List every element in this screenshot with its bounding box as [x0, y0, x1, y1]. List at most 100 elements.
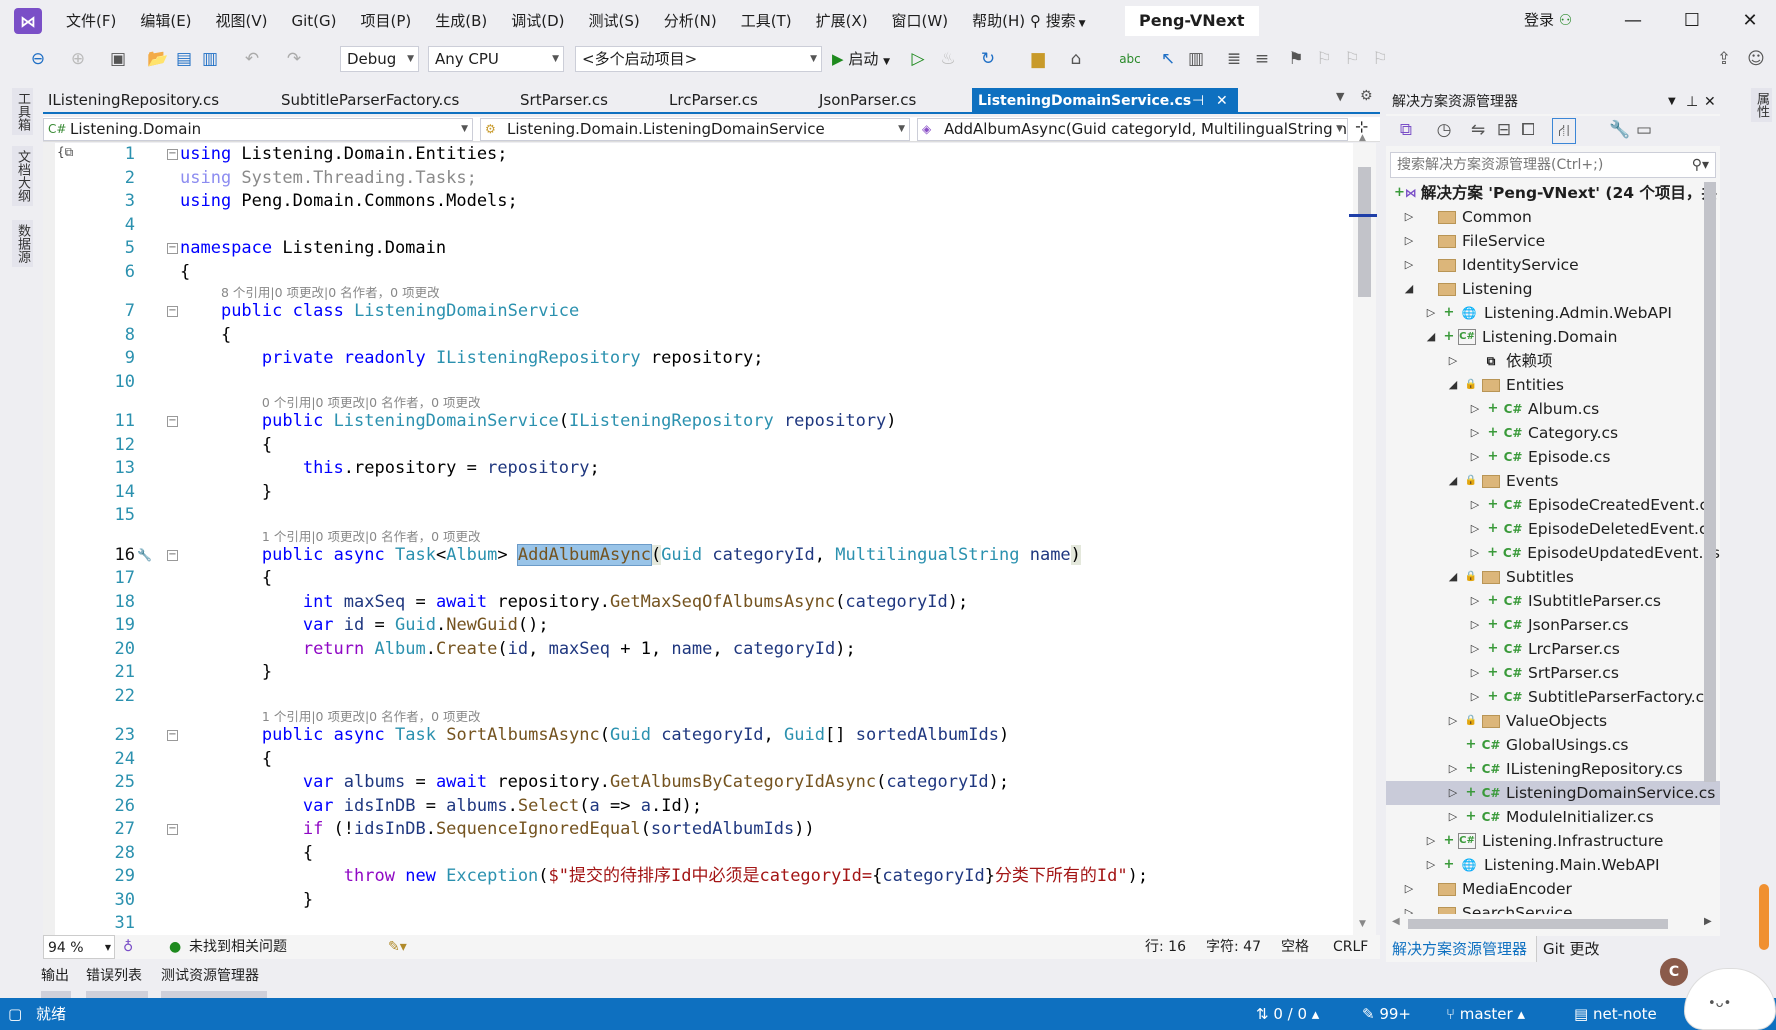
clear-bookmarks-icon[interactable]: ⚐ [1368, 47, 1392, 71]
codelens-text[interactable]: 0 个引用|0 项更改|0 名作者，0 项更改 [262, 395, 481, 410]
tree-item[interactable]: ▷ + C# JsonParser.cs [1386, 613, 1720, 637]
line-indicator[interactable]: 行: 16 [1145, 935, 1186, 959]
error-list-tab[interactable]: 错误列表 [86, 965, 142, 985]
bookmark-icon[interactable]: ⚑ [1284, 47, 1308, 71]
codelens-text[interactable]: 8 个引用|0 项更改|0 名作者，0 项更改 [221, 285, 440, 300]
codelens[interactable]: 8 个引用|0 项更改|0 名作者，0 项更改 [43, 284, 1353, 300]
codelens[interactable]: 0 个引用|0 项更改|0 名作者，0 项更改 [43, 394, 1353, 410]
toolbox-tab[interactable]: 工具箱 [12, 88, 33, 135]
show-all-files-icon[interactable]: ⧠ [1516, 118, 1540, 142]
code-line[interactable]: 28 { [43, 842, 1353, 866]
code-content[interactable]: 1− using Listening.Domain.Entities; 2 using… [43, 143, 1353, 935]
tree-item[interactable]: ◢ 🔒 Entities [1386, 373, 1720, 397]
fold-toggle-icon[interactable]: − [167, 306, 178, 317]
tree-scrollbar-thumb[interactable] [1704, 182, 1716, 782]
tab-lrcparser[interactable]: LrcParser.cs [669, 88, 758, 112]
expander-icon[interactable]: ▷ [1400, 877, 1418, 901]
share-icon[interactable]: ⇪ [1712, 47, 1736, 71]
fold-toggle-icon[interactable]: − [167, 549, 178, 561]
spell-check-icon[interactable]: abc [1118, 47, 1142, 71]
indent-icon[interactable]: ≣ [1222, 47, 1246, 71]
expander-icon[interactable]: ▷ [1422, 301, 1440, 325]
search-button[interactable]: ⚲ 搜索 ▼ [1030, 10, 1086, 35]
cleanup-icon[interactable]: ✎▾ [388, 935, 407, 959]
expander-icon[interactable]: ▷ [1466, 685, 1484, 709]
code-line[interactable]: 11 − public ListeningDomainService(IListe… [43, 410, 1353, 434]
repository-status[interactable]: ▤ net-note [1574, 998, 1657, 1030]
login-button[interactable]: 登录 ⚇ [1524, 9, 1572, 30]
sync-status[interactable]: ⇅ 0 / 0 ▴ [1256, 998, 1319, 1030]
expander-icon[interactable]: ▷ [1466, 637, 1484, 661]
pending-changes-icon[interactable]: ◷ [1432, 118, 1456, 142]
pending-changes-status[interactable]: ✎ 99+ [1362, 998, 1411, 1030]
outdent-icon[interactable]: ≡ [1250, 47, 1274, 71]
tree-item[interactable]: ▷ + 🌐 Listening.Main.WebAPI [1386, 853, 1720, 877]
redo-icon[interactable]: ↷ [282, 47, 306, 71]
code-line[interactable]: 1 − using Listening.Domain.Entities; [43, 143, 1353, 167]
tree-item[interactable]: ▷ SearchService [1386, 901, 1720, 914]
tree-item[interactable]: ▷ + C# EpisodeUpdatedEvent.cs [1386, 541, 1720, 565]
tab-solution-explorer[interactable]: 解决方案资源管理器 [1392, 936, 1527, 962]
tree-item[interactable]: ▷ + C# EpisodeCreatedEvent.cs [1386, 493, 1720, 517]
code-line[interactable]: 19 var id = Guid.NewGuid(); [43, 614, 1353, 638]
tree-item[interactable]: + ⋈ 解决方案 'Peng-VNext' (24 个项目，共 2 [1386, 181, 1720, 205]
preview-icon[interactable]: ▭ [1632, 118, 1656, 142]
panel-icon[interactable]: ▥ [1184, 47, 1208, 71]
tree-item[interactable]: ◢ Listening [1386, 277, 1720, 301]
document-outline-tab[interactable]: 文档大纲 [12, 146, 33, 206]
notification-icon[interactable]: ▢ [8, 998, 22, 1030]
expander-icon[interactable]: ▷ [1400, 253, 1418, 277]
spacing-indicator[interactable]: 空格 [1281, 935, 1309, 959]
code-line[interactable]: 16 🔧 − public async Task<Album> AddAlbumAs… [43, 543, 1353, 568]
tab-listeningdomainservice[interactable]: ListeningDomainService.cs ⊣ ✕ [972, 88, 1238, 114]
gear-icon[interactable]: ⚙ [1360, 88, 1373, 104]
solution-search-input[interactable]: 搜索解决方案资源管理器(Ctrl+;) ⚲▾ [1390, 152, 1716, 178]
menu-view[interactable]: 视图(V) [204, 10, 280, 32]
code-line[interactable]: 2 using System.Threading.Tasks; [43, 167, 1353, 191]
code-line[interactable]: 10 [43, 371, 1353, 395]
save-all-icon[interactable]: ▥ [198, 47, 222, 71]
expander-icon[interactable]: ▷ [1466, 613, 1484, 637]
feedback-icon[interactable]: ☺ [1744, 47, 1768, 71]
forward-icon[interactable]: ⊕ [66, 47, 90, 71]
tree-item[interactable]: ▷ + 🌐 Listening.Admin.WebAPI [1386, 301, 1720, 325]
tab-list-dropdown-icon[interactable]: ▼ [1336, 90, 1344, 103]
tree-item[interactable]: ◢ 🔒 Events [1386, 469, 1720, 493]
member-dropdown[interactable]: ◈ AddAlbumAsync(Guid categoryId, Multilin… [917, 118, 1348, 141]
tree-horizontal-scrollbar[interactable]: ◀ ▶ [1392, 916, 1714, 932]
tab-srtparser[interactable]: SrtParser.cs [520, 88, 608, 112]
code-line[interactable]: 5 − namespace Listening.Domain [43, 237, 1353, 261]
expander-icon[interactable]: ▷ [1466, 421, 1484, 445]
scrollbar-thumb[interactable] [1358, 167, 1371, 297]
prev-bookmark-icon[interactable]: ⚐ [1312, 47, 1336, 71]
save-icon[interactable]: ▤ [172, 47, 196, 71]
pin-icon[interactable]: ⊥ [1686, 90, 1698, 114]
code-line[interactable]: 8 { [43, 324, 1353, 348]
code-line[interactable]: 20 return Album.Create(id, maxSeq + 1, n… [43, 638, 1353, 662]
next-bookmark-icon[interactable]: ⚐ [1340, 47, 1364, 71]
tab-subtitleparserfactory[interactable]: SubtitleParserFactory.cs [281, 88, 459, 112]
close-button[interactable]: ✕ [1730, 8, 1770, 34]
expander-icon[interactable]: ▷ [1444, 757, 1462, 781]
quick-actions-icon[interactable]: 🔧 [137, 544, 152, 568]
expander-icon[interactable]: ▷ [1422, 829, 1440, 853]
branch-status[interactable]: ⑂ master ▴ [1446, 998, 1525, 1030]
properties-wrench-icon[interactable]: 🔧 [1608, 118, 1632, 142]
tree-item[interactable]: ▷ + C# LrcParser.cs [1386, 637, 1720, 661]
expander-icon[interactable]: ▷ [1444, 805, 1462, 829]
fold-toggle-icon[interactable]: − [167, 243, 178, 254]
code-line[interactable]: 7 − public class ListeningDomainService [43, 300, 1353, 324]
expander-icon[interactable]: ▷ [1422, 853, 1440, 877]
expander-icon[interactable]: ▷ [1400, 229, 1418, 253]
tree-item[interactable]: ▷ + C# Category.cs [1386, 421, 1720, 445]
tree-item[interactable]: ▷ FileService [1386, 229, 1720, 253]
code-line[interactable]: 25 var albums = await repository.GetAlbu… [43, 771, 1353, 795]
code-line[interactable]: 23− public async Task SortAlbumsAsync(Gu… [43, 724, 1353, 748]
new-project-icon[interactable]: ▣ [106, 47, 130, 71]
code-editor[interactable]: {⧉ 1− using Listening.Domain.Entities; 2 us… [43, 143, 1353, 935]
tree-item[interactable]: ▷ + C# EpisodeDeletedEvent.cs [1386, 517, 1720, 541]
output-tab[interactable]: 输出 [41, 965, 69, 985]
code-line[interactable]: 18 int maxSeq = await repository.GetMaxS… [43, 591, 1353, 615]
scroll-up-icon[interactable]: ▲ [1359, 133, 1366, 143]
expander-icon[interactable]: ▷ [1466, 517, 1484, 541]
